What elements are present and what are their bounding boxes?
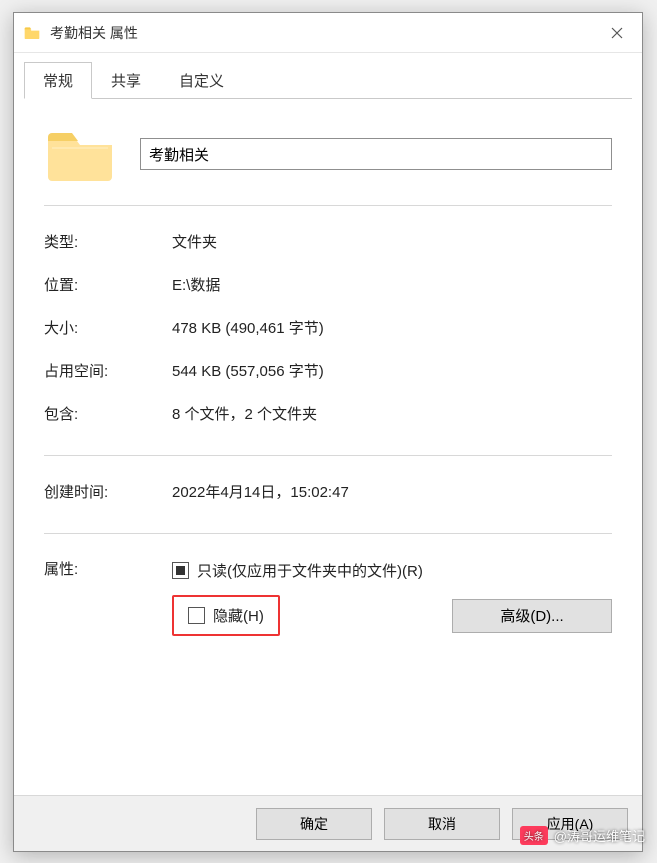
value-size-on-disk: 544 KB (557,056 字节)	[172, 360, 612, 381]
general-panel: 类型:文件夹 位置:E:\数据 大小:478 KB (490,461 字节) 占…	[24, 99, 632, 795]
hidden-checkbox-icon	[188, 607, 205, 624]
tab-general[interactable]: 常规	[24, 62, 92, 99]
tab-share[interactable]: 共享	[92, 62, 160, 99]
window-title: 考勤相关 属性	[50, 23, 594, 43]
properties-dialog: 考勤相关 属性 常规 共享 自定义 类型:文件夹 位置:E:\数据 大小:478…	[13, 12, 643, 852]
ok-button[interactable]: 确定	[256, 808, 372, 840]
advanced-button[interactable]: 高级(D)...	[452, 599, 612, 633]
label-created: 创建时间:	[44, 481, 172, 502]
value-contains: 8 个文件，2 个文件夹	[172, 403, 612, 424]
label-size-on-disk: 占用空间:	[44, 360, 172, 381]
tab-strip: 常规 共享 自定义	[24, 61, 632, 99]
value-type: 文件夹	[172, 231, 612, 252]
cancel-button[interactable]: 取消	[384, 808, 500, 840]
label-size: 大小:	[44, 317, 172, 338]
hidden-label: 隐藏(H)	[213, 605, 264, 626]
value-location: E:\数据	[172, 274, 612, 295]
dialog-button-bar: 确定 取消 应用(A)	[14, 795, 642, 851]
folder-icon	[24, 26, 40, 40]
folder-name-input[interactable]	[140, 138, 612, 170]
readonly-label: 只读(仅应用于文件夹中的文件)(R)	[197, 560, 423, 581]
readonly-checkbox-row[interactable]: 只读(仅应用于文件夹中的文件)(R)	[172, 558, 612, 583]
label-type: 类型:	[44, 231, 172, 252]
close-button[interactable]	[594, 17, 640, 49]
label-location: 位置:	[44, 274, 172, 295]
hidden-checkbox-row[interactable]: 隐藏(H)	[172, 595, 280, 636]
readonly-checkbox-icon	[172, 562, 189, 579]
titlebar: 考勤相关 属性	[14, 13, 642, 53]
tab-custom[interactable]: 自定义	[160, 62, 243, 99]
value-created: 2022年4月14日，15:02:47	[172, 481, 612, 502]
apply-button[interactable]: 应用(A)	[512, 808, 628, 840]
folder-large-icon	[44, 123, 116, 185]
label-contains: 包含:	[44, 403, 172, 424]
label-attributes: 属性:	[44, 558, 172, 636]
value-size: 478 KB (490,461 字节)	[172, 317, 612, 338]
